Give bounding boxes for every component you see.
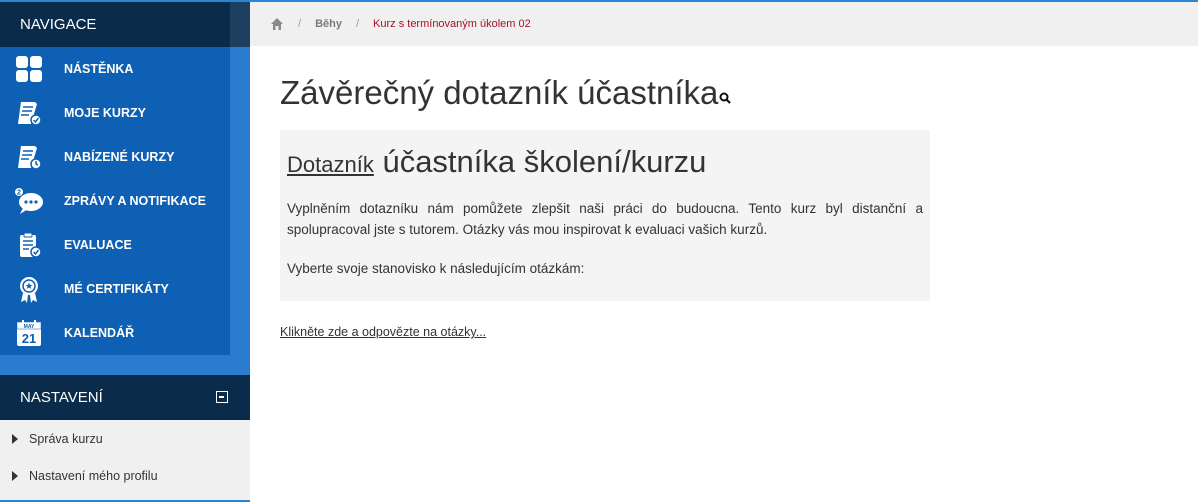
certificate-icon: [14, 274, 44, 304]
nav-item-evaluation[interactable]: EVALUACE: [0, 223, 250, 267]
messages-badge: 2: [17, 190, 21, 197]
breadcrumb-item-runs[interactable]: Běhy: [315, 18, 342, 30]
caret-right-icon: [12, 470, 18, 481]
nav-panel: NAVIGACE NÁSTĚNKA MOJE KURZY NABÍZENÉ KU…: [0, 2, 250, 375]
nav-item-dashboard[interactable]: NÁSTĚNKA: [0, 47, 250, 91]
nav-item-label: ZPRÁVY A NOTIFIKACE: [64, 194, 206, 208]
settings-header: NASTAVENÍ: [0, 375, 250, 420]
intro-paragraph: Vyplněním dotazníku nám pomůžete zlepšit…: [287, 201, 923, 237]
offered-courses-icon: [14, 142, 44, 172]
calendar-icon: MAY 21: [14, 318, 44, 348]
nav-item-label: EVALUACE: [64, 238, 132, 252]
my-courses-icon: [14, 98, 44, 128]
page-title: Závěrečný dotazník účastníka: [280, 74, 732, 112]
messages-icon: 2: [14, 186, 44, 216]
nav-item-calendar[interactable]: MAY 21 KALENDÁŘ: [0, 311, 250, 355]
nav-item-label: MOJE KURZY: [64, 106, 146, 120]
collapse-icon[interactable]: [216, 391, 228, 403]
settings-item-course-admin[interactable]: Správa kurzu: [0, 420, 250, 457]
dashboard-icon: [14, 54, 44, 84]
evaluation-icon: [14, 230, 44, 260]
home-icon[interactable]: [270, 17, 284, 31]
caret-right-icon: [12, 433, 18, 444]
breadcrumb: / Běhy / Kurz s termínovaným úkolem 02: [250, 2, 1198, 46]
nav-item-my-courses[interactable]: MOJE KURZY: [0, 91, 250, 135]
breadcrumb-separator: /: [298, 18, 302, 30]
nav-header: NAVIGACE: [0, 2, 250, 47]
search-icon[interactable]: [719, 74, 732, 112]
settings-item-label: Správa kurzu: [29, 431, 103, 446]
nav-item-certificates[interactable]: MÉ CERTIFIKÁTY: [0, 267, 250, 311]
sidebar: NAVIGACE NÁSTĚNKA MOJE KURZY NABÍZENÉ KU…: [0, 2, 250, 502]
breadcrumb-item-course[interactable]: Kurz s termínovaným úkolem 02: [373, 18, 531, 30]
settings-item-profile[interactable]: Nastavení mého profilu: [0, 457, 250, 494]
page-title-text: Závěrečný dotazník účastníka: [280, 74, 719, 111]
calendar-day: 21: [22, 331, 36, 346]
questionnaire-link[interactable]: Dotazník: [287, 152, 374, 177]
breadcrumb-separator: /: [355, 18, 360, 30]
settings-header-label: NASTAVENÍ: [20, 389, 103, 406]
questionnaire-heading-text: účastníka školení/kurzu: [382, 144, 707, 179]
nav-item-label: KALENDÁŘ: [64, 326, 135, 340]
nav-item-label: NABÍZENÉ KURZY: [64, 150, 175, 164]
settings-item-label: Nastavení mého profilu: [29, 468, 158, 483]
questionnaire-intro-box: Dotazník účastníka školení/kurzu Vyplněn…: [280, 130, 930, 301]
nav-bottom-bar: [0, 355, 250, 375]
nav-item-label: MÉ CERTIFIKÁTY: [64, 282, 169, 296]
nav-item-offered-courses[interactable]: NABÍZENÉ KURZY: [0, 135, 250, 179]
instruction-paragraph: Vyberte svoje stanovisko k následujícím …: [287, 261, 585, 276]
nav-item-messages[interactable]: 2 ZPRÁVY A NOTIFIKACE: [0, 179, 250, 223]
answer-questions-link[interactable]: Klikněte zde a odpovězte na otázky...: [280, 325, 486, 339]
questionnaire-heading: Dotazník účastníka školení/kurzu: [287, 144, 923, 180]
settings-list: Správa kurzu Nastavení mého profilu: [0, 420, 250, 502]
calendar-month: MAY: [24, 324, 35, 330]
nav-item-label: NÁSTĚNKA: [64, 62, 134, 76]
